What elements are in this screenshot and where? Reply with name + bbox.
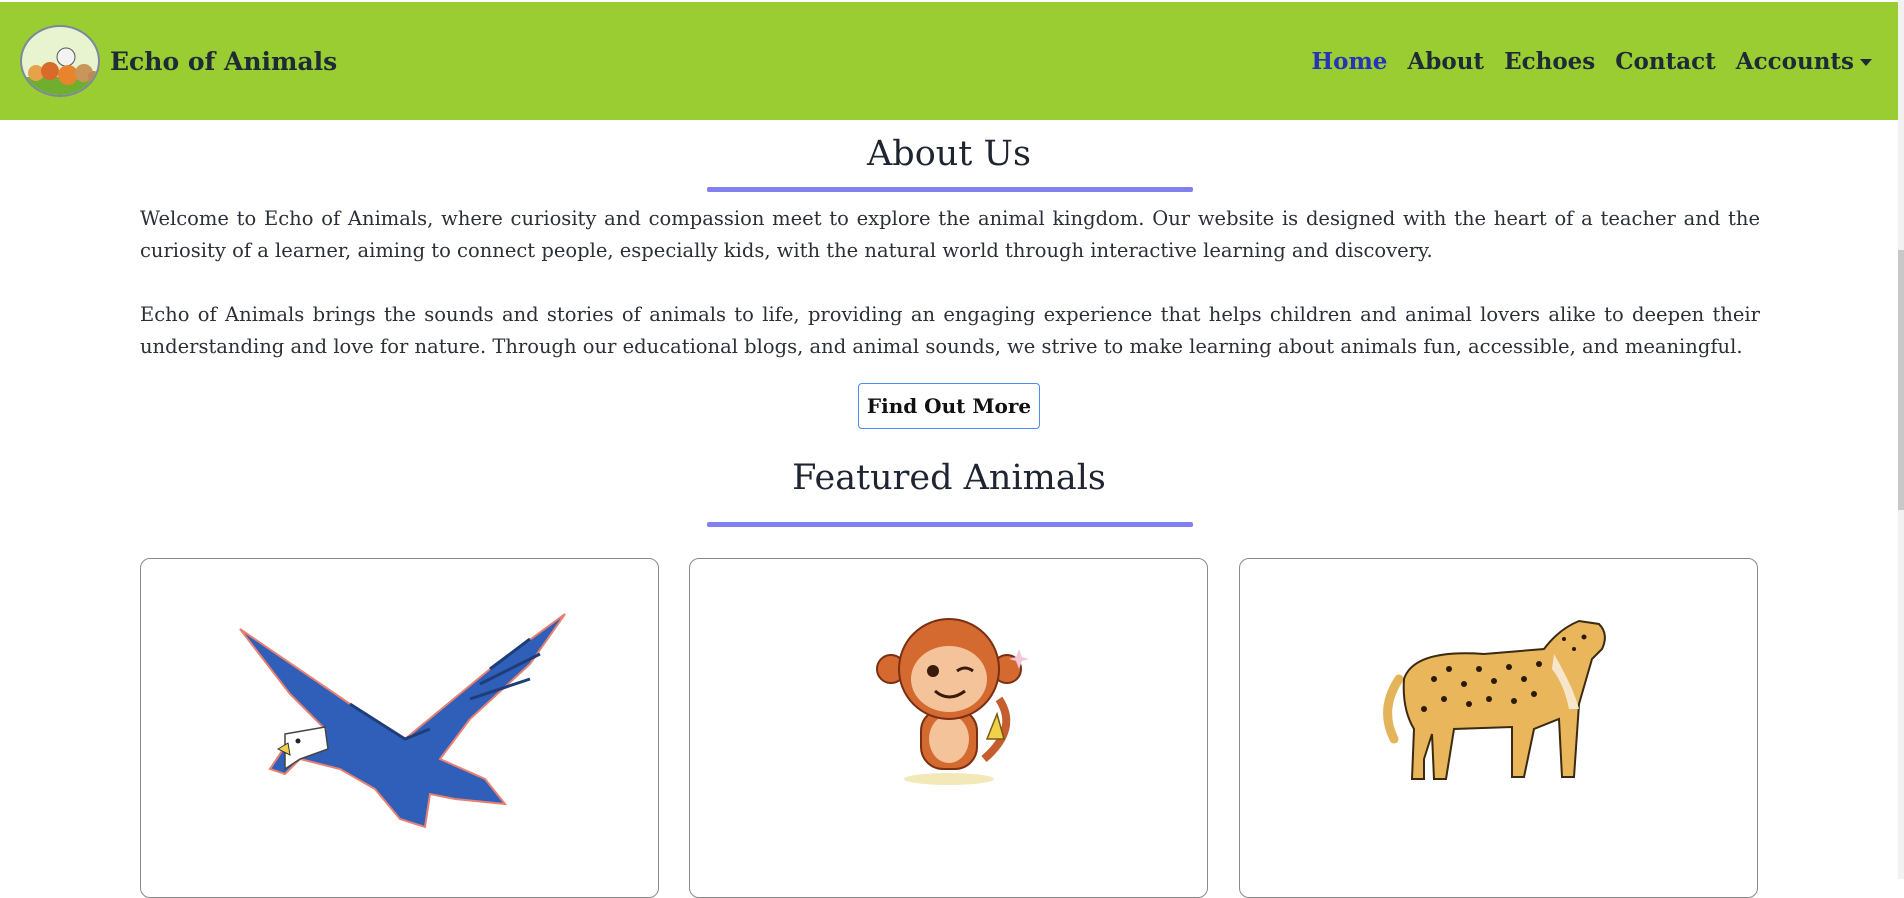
nav-about[interactable]: About	[1407, 48, 1484, 75]
brand[interactable]: Echo of Animals	[20, 25, 337, 97]
eagle-image	[238, 613, 566, 829]
brand-name[interactable]: Echo of Animals	[110, 47, 337, 76]
featured-card-eagle[interactable]	[140, 558, 659, 898]
about-title: About Us	[867, 134, 1031, 174]
cheetah-image	[1382, 619, 1606, 780]
monkey-image	[875, 618, 1029, 785]
featured-title-underline	[707, 522, 1193, 527]
nav-home[interactable]: Home	[1311, 48, 1387, 75]
top-navbar: Echo of Animals Home About Echoes Contac…	[0, 2, 1898, 120]
featured-title: Featured Animals	[792, 458, 1106, 498]
about-title-underline	[707, 187, 1193, 192]
featured-card-monkey[interactable]	[689, 558, 1208, 898]
scrollbar-thumb[interactable]	[1898, 250, 1904, 510]
about-paragraph-1: Welcome to Echo of Animals, where curios…	[140, 207, 1760, 262]
nav-echoes[interactable]: Echoes	[1504, 48, 1595, 75]
logo-image[interactable]	[20, 25, 100, 97]
page-scrollbar[interactable]	[1898, 0, 1904, 879]
nav-accounts-dropdown[interactable]: Accounts	[1736, 48, 1872, 75]
featured-card-cheetah[interactable]	[1239, 558, 1758, 898]
nav-accounts-label: Accounts	[1735, 47, 1854, 75]
nav-contact[interactable]: Contact	[1615, 48, 1716, 75]
about-paragraph-2: Echo of Animals brings the sounds and st…	[140, 303, 1760, 358]
find-out-more-button[interactable]: Find Out More	[858, 383, 1040, 429]
nav-links: Home About Echoes Contact Accounts	[1311, 48, 1872, 75]
caret-down-icon	[1860, 59, 1872, 66]
